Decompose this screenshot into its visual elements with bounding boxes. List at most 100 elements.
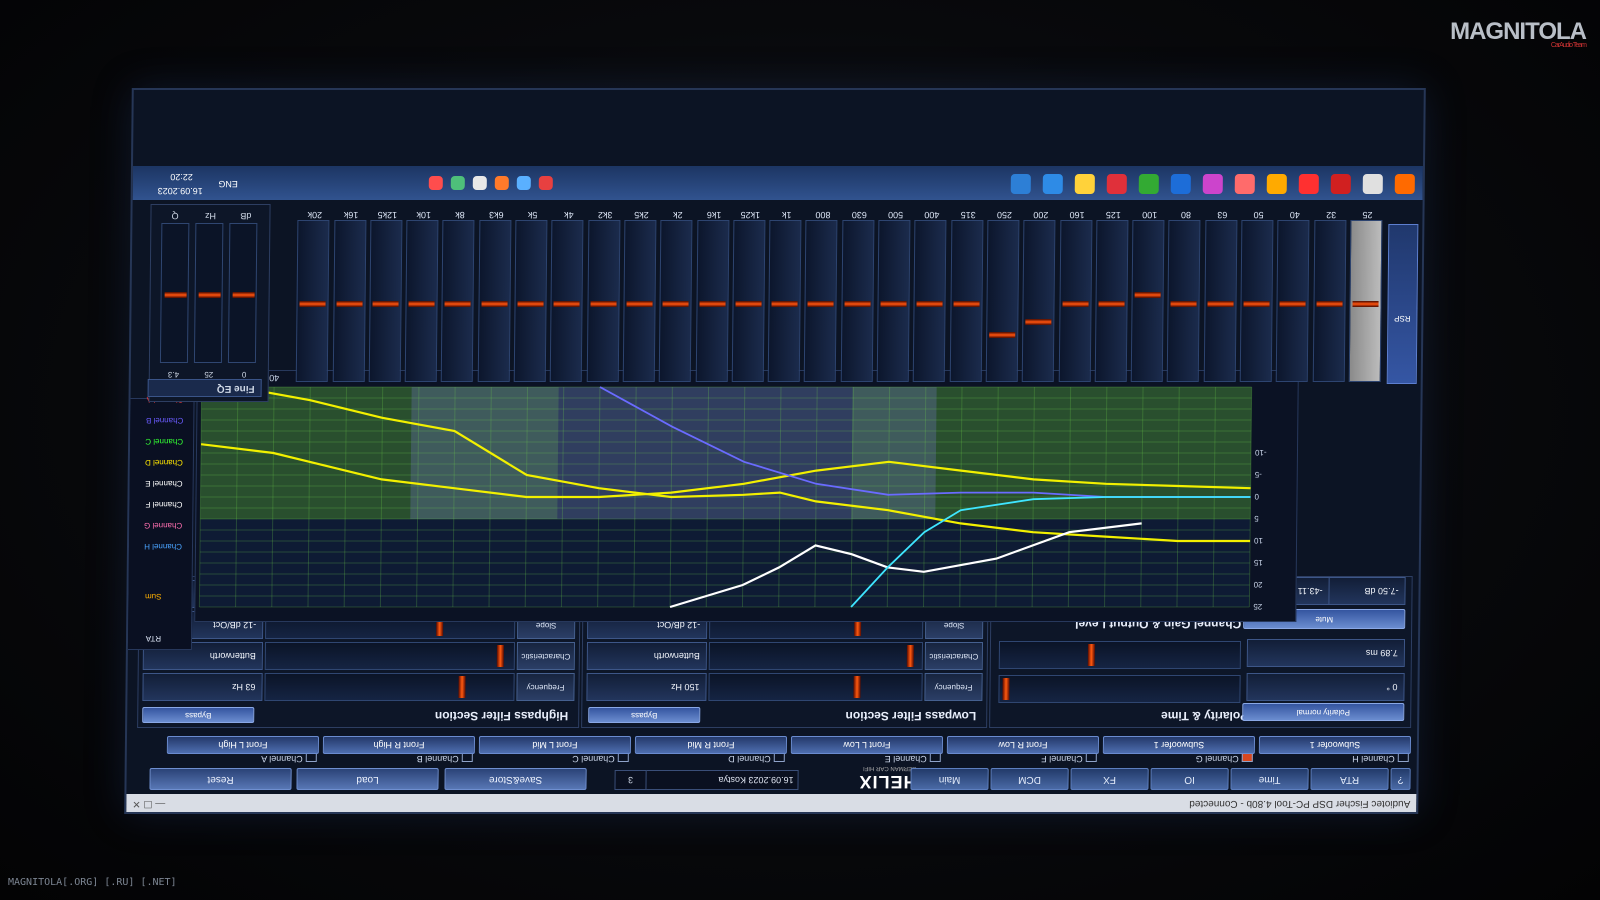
eq-band-slider[interactable] [1276, 220, 1310, 382]
taskbar-app-icon[interactable] [1106, 174, 1127, 194]
eq-band-thumb[interactable] [808, 301, 835, 307]
eq-band-slider[interactable] [368, 220, 403, 382]
legend-channel[interactable]: Channel F [145, 500, 182, 509]
fine-eq-hz-thumb[interactable] [198, 292, 221, 298]
eq-band-thumb[interactable] [445, 301, 472, 307]
system-tray-icon[interactable] [494, 176, 509, 190]
lowpass-frequency-value[interactable]: 150 Hz [586, 673, 707, 701]
load-button[interactable]: Load [296, 768, 439, 790]
phase-slider-thumb[interactable] [1002, 678, 1010, 700]
eq-band-thumb[interactable] [844, 301, 871, 307]
save-store-button[interactable]: Save&Store [444, 768, 587, 790]
eq-band-thumb[interactable] [880, 301, 907, 307]
eq-band-thumb[interactable] [1134, 292, 1161, 298]
highpass-characteristic-slider[interactable] [264, 642, 515, 670]
gain-value[interactable]: -7.50 dB [1325, 577, 1406, 605]
eq-band-slider[interactable] [949, 220, 984, 382]
channel-name-button[interactable]: Front R Mid [634, 736, 788, 754]
eq-band-thumb[interactable] [1062, 301, 1089, 307]
preset-number-field[interactable]: 3 [614, 770, 647, 790]
eq-band-slider[interactable] [1167, 220, 1201, 382]
fine-eq-db-thumb[interactable] [232, 292, 255, 298]
eq-band-slider[interactable] [477, 220, 512, 382]
taskbar-app-icon[interactable] [1330, 174, 1351, 194]
taskbar-app-icon[interactable] [1234, 174, 1255, 194]
tab-dcm[interactable]: DCM [990, 768, 1069, 790]
tab-fx[interactable]: FX [1070, 768, 1149, 790]
legend-channel[interactable]: Channel H [144, 542, 182, 551]
taskbar-app-icon[interactable] [1138, 174, 1159, 194]
tab-rta[interactable]: RTA [1310, 768, 1389, 790]
eq-band-thumb[interactable] [735, 301, 762, 307]
eq-band-slider[interactable] [1094, 220, 1129, 382]
eq-band-slider[interactable] [550, 220, 584, 382]
eq-band-thumb[interactable] [1279, 301, 1306, 307]
time-slider[interactable] [998, 641, 1242, 669]
eq-band-thumb[interactable] [1207, 301, 1234, 307]
polarity-button[interactable]: Polarity normal [1242, 703, 1405, 721]
sum-toggle[interactable]: Sum [145, 592, 162, 601]
phase-value[interactable]: 0 ° [1246, 673, 1405, 701]
eq-band-slider[interactable] [840, 220, 875, 382]
lowpass-frequency-slider[interactable] [708, 673, 923, 701]
eq-band-thumb[interactable] [1025, 319, 1052, 325]
channel-name-button[interactable]: Front R Low [946, 736, 1100, 754]
time-slider-thumb[interactable] [1087, 644, 1096, 666]
eq-band-slider[interactable] [985, 220, 1020, 382]
legend-channel[interactable]: Channel B [146, 416, 183, 425]
system-tray-icon[interactable] [428, 176, 443, 190]
legend-channel[interactable]: Channel C [145, 437, 183, 446]
eq-band-thumb[interactable] [481, 301, 508, 307]
lowpass-frequency-thumb[interactable] [853, 676, 862, 698]
eq-band-slider[interactable] [1022, 220, 1056, 382]
highpass-frequency-value[interactable]: 63 Hz [142, 673, 263, 701]
fine-eq-hz-slider[interactable] [193, 223, 224, 363]
eq-band-thumb[interactable] [1098, 301, 1125, 307]
system-tray-icon[interactable] [450, 176, 465, 190]
eq-band-slider[interactable] [622, 220, 657, 382]
fine-eq-q-slider[interactable] [159, 223, 190, 363]
time-value[interactable]: 7.89 ms [1246, 639, 1406, 667]
preset-name-field[interactable]: 16.09.2023 Kostya [642, 770, 799, 790]
eq-band-slider[interactable] [332, 220, 367, 382]
eq-band-slider[interactable] [1312, 220, 1347, 382]
eq-band-thumb[interactable] [1243, 301, 1270, 307]
taskbar-app-icon[interactable] [1074, 174, 1095, 194]
legend-channel[interactable]: Channel G [144, 521, 182, 530]
rsp-button[interactable]: RSP [1386, 224, 1419, 384]
eq-band-thumb[interactable] [953, 301, 980, 307]
highpass-frequency-slider[interactable] [264, 673, 515, 701]
eq-band-thumb[interactable] [989, 332, 1016, 339]
eq-band-slider[interactable] [1348, 220, 1383, 382]
taskbar-app-icon[interactable] [1042, 174, 1063, 194]
eq-band-thumb[interactable] [626, 301, 653, 307]
eq-band-thumb[interactable] [662, 301, 689, 307]
highpass-characteristic-thumb[interactable] [497, 645, 505, 667]
taskbar-app-icon[interactable] [1202, 174, 1223, 194]
eq-band-thumb[interactable] [1352, 301, 1379, 307]
eq-band-slider[interactable] [1203, 220, 1238, 382]
legend-channel[interactable]: Channel E [145, 479, 182, 488]
eq-band-thumb[interactable] [408, 301, 435, 307]
eq-band-thumb[interactable] [699, 301, 726, 307]
tab-io[interactable]: IO [1150, 768, 1229, 790]
system-tray-icon[interactable] [516, 176, 531, 190]
taskbar-app-icon[interactable] [1362, 174, 1383, 194]
reset-button[interactable]: Reset [149, 768, 292, 790]
eq-band-slider[interactable] [695, 220, 730, 382]
eq-band-slider[interactable] [404, 220, 439, 382]
eq-band-slider[interactable] [513, 220, 548, 382]
tab-time[interactable]: Time [1230, 768, 1309, 790]
eq-band-slider[interactable] [731, 220, 766, 382]
eq-band-thumb[interactable] [372, 301, 399, 307]
eq-band-thumb[interactable] [1171, 301, 1198, 307]
system-tray-icon[interactable] [472, 176, 487, 190]
fine-eq-title[interactable]: Fine EQ [147, 379, 262, 397]
eq-band-thumb[interactable] [553, 301, 580, 307]
taskbar-app-icon[interactable] [1298, 174, 1319, 194]
eq-band-slider[interactable] [1130, 220, 1165, 382]
channel-name-button[interactable]: Front L High [166, 736, 320, 754]
channel-name-button[interactable]: Subwoofer 1 [1102, 736, 1256, 754]
window-controls[interactable]: — ☐ ✕ [132, 794, 165, 812]
eq-band-thumb[interactable] [590, 301, 617, 307]
